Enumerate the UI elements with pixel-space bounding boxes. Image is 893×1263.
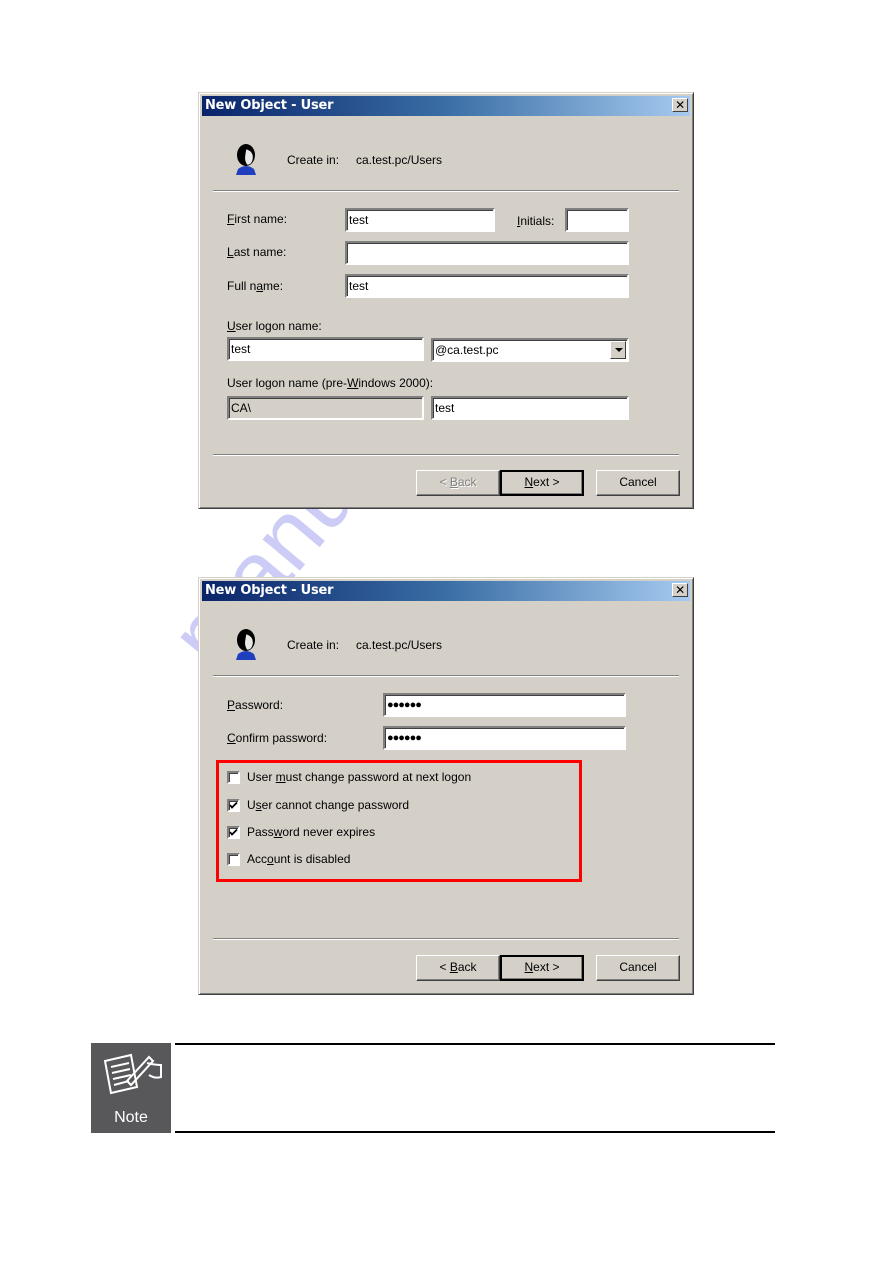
- separator: [213, 454, 679, 456]
- close-icon: ✕: [675, 583, 685, 597]
- note-top-rule: [175, 1043, 775, 1045]
- back-button[interactable]: < Back: [416, 470, 500, 496]
- note-pencil-icon: [103, 1053, 162, 1095]
- separator: [213, 190, 679, 192]
- close-icon: ✕: [675, 98, 685, 112]
- separator: [213, 938, 679, 940]
- next-button[interactable]: Next >: [500, 470, 584, 496]
- back-button[interactable]: < Back: [416, 955, 500, 981]
- user-icon: [236, 144, 256, 175]
- cancel-button[interactable]: Cancel: [596, 955, 680, 981]
- create-in-label: Create in:: [287, 153, 340, 167]
- new-user-dialog-step1: New Object - User ✕ Create in: ca.test.p…: [198, 92, 694, 509]
- chevron-down-icon[interactable]: [610, 341, 626, 359]
- create-in-path: ca.test.pc/Users: [356, 153, 443, 167]
- cancel-button[interactable]: Cancel: [596, 470, 680, 496]
- first-name-input[interactable]: test: [345, 208, 495, 232]
- note-icon: Note: [91, 1043, 171, 1133]
- confirm-password-label: Confirm password:: [227, 731, 328, 745]
- password-label: Password:: [227, 698, 284, 712]
- create-in-path: ca.test.pc/Users: [356, 638, 443, 652]
- first-name-label: First name:: [227, 212, 288, 226]
- create-in-label: Create in:: [287, 638, 340, 652]
- close-button[interactable]: ✕: [672, 583, 688, 597]
- title-bar: New Object - User ✕: [202, 96, 690, 116]
- last-name-label: Last name:: [227, 245, 287, 259]
- next-button[interactable]: Next >: [500, 955, 584, 981]
- user-icon: [236, 629, 256, 660]
- full-name-input[interactable]: test: [345, 274, 629, 298]
- upn-suffix-dropdown[interactable]: @ca.test.pc: [431, 338, 629, 362]
- note-bottom-rule: [175, 1131, 775, 1133]
- pre2000-label: User logon name (pre-Windows 2000):: [227, 376, 434, 390]
- dialog-title: New Object - User: [205, 583, 334, 598]
- password-input[interactable]: ●●●●●●: [383, 693, 626, 717]
- initials-label: Initials:: [517, 214, 555, 228]
- last-name-input[interactable]: [345, 241, 629, 265]
- close-button[interactable]: ✕: [672, 98, 688, 112]
- logon-name-input[interactable]: test: [227, 337, 424, 361]
- separator: [213, 675, 679, 677]
- initials-input[interactable]: [565, 208, 629, 232]
- note-label: Note: [114, 1109, 148, 1126]
- highlight-box: [216, 760, 582, 882]
- full-name-label: Full name:: [227, 279, 284, 293]
- confirm-password-input[interactable]: ●●●●●●: [383, 726, 626, 750]
- title-bar: New Object - User ✕: [202, 581, 690, 601]
- upn-suffix-value: @ca.test.pc: [435, 343, 499, 357]
- logon-name-label: User logon name:: [227, 319, 322, 333]
- pre2000-name-input[interactable]: test: [431, 396, 629, 420]
- pre2000-domain-field: CA\: [227, 396, 424, 420]
- dialog-title: New Object - User: [205, 98, 334, 113]
